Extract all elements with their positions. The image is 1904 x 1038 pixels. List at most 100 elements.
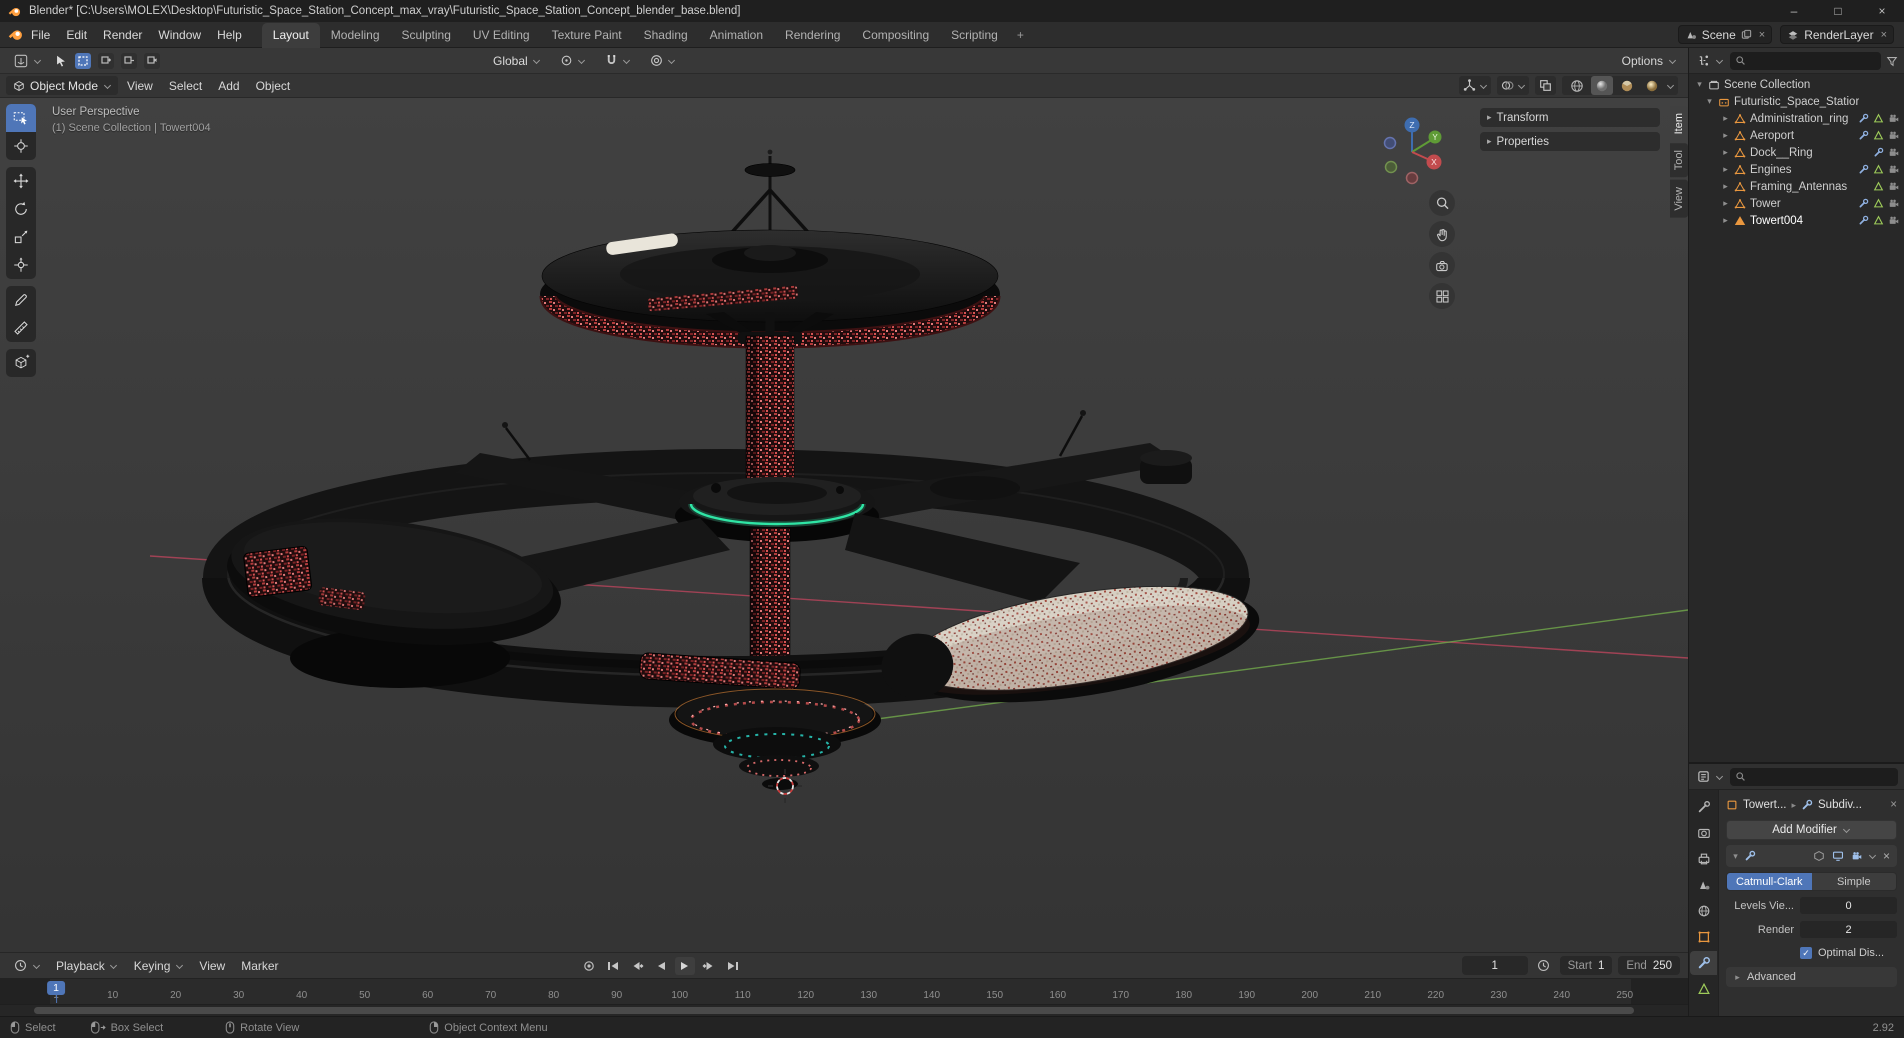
render-visibility-camera-icon[interactable] (1888, 181, 1900, 192)
delete-modifier-icon[interactable]: × (1881, 849, 1892, 863)
add-modifier-button[interactable]: Add Modifier (1726, 820, 1897, 840)
realtime-toggle-icon[interactable] (1831, 849, 1846, 864)
tool-annotate[interactable] (6, 286, 36, 314)
shading-wireframe-button[interactable] (1566, 76, 1588, 95)
active-tool-cursor-icon[interactable] (54, 54, 68, 68)
tab-compositing[interactable]: Compositing (851, 23, 940, 48)
camera-view-button[interactable] (1429, 252, 1455, 278)
blender-menu-icon[interactable] (8, 27, 23, 42)
auto-keying-button[interactable] (579, 957, 599, 975)
breadcrumb-modifier[interactable]: Subdiv... (1818, 799, 1862, 811)
select-mode-invert-button[interactable] (144, 52, 160, 69)
tool-measure[interactable] (6, 314, 36, 342)
outliner-row-object[interactable]: ▸ Aeroport (1689, 127, 1904, 144)
sidebar-tab-item[interactable]: Item (1670, 106, 1688, 142)
mesh-data-icon[interactable] (1873, 130, 1884, 141)
expand-caret-icon[interactable]: ▸ (1721, 164, 1730, 175)
sidebar-tab-tool[interactable]: Tool (1670, 143, 1688, 178)
add-workspace-button[interactable]: + (1009, 23, 1032, 48)
close-button[interactable]: × (1860, 0, 1904, 22)
pivot-point-dropdown[interactable] (554, 52, 592, 69)
tool-rotate[interactable] (6, 195, 36, 223)
tool-select-box[interactable] (6, 104, 36, 132)
outliner-row-object[interactable]: ▸ Dock__Ring (1689, 144, 1904, 161)
expand-caret-icon[interactable]: ▸ (1721, 147, 1730, 158)
scene-selector[interactable]: Scene × (1677, 25, 1773, 44)
maximize-button[interactable]: □ (1816, 0, 1860, 22)
tab-render-properties[interactable] (1690, 821, 1717, 845)
play-button[interactable] (674, 956, 695, 975)
menu-help[interactable]: Help (209, 23, 250, 47)
tab-uv-editing[interactable]: UV Editing (462, 23, 541, 48)
outliner-row-object[interactable]: ▸ Engines (1689, 161, 1904, 178)
transform-orientation-dropdown[interactable]: Global (487, 52, 547, 70)
tool-transform[interactable] (6, 251, 36, 279)
orthographic-toggle-button[interactable] (1429, 283, 1455, 309)
timeline-ruler[interactable]: 1 11020304050607080901001101201301401501… (0, 978, 1688, 1004)
modifier-wrench-icon[interactable] (1873, 147, 1884, 158)
mesh-data-icon[interactable] (1873, 113, 1884, 124)
properties-panel-header[interactable]: ▸ Properties (1480, 132, 1660, 151)
tab-scripting[interactable]: Scripting (940, 23, 1009, 48)
collapse-caret-icon[interactable]: ▾ (1731, 851, 1740, 862)
menu-playback[interactable]: Playback (50, 959, 124, 973)
select-mode-extend-button[interactable] (98, 52, 114, 69)
minimize-button[interactable]: – (1772, 0, 1816, 22)
render-visibility-camera-icon[interactable] (1888, 130, 1900, 141)
current-frame-field[interactable]: 1 (1461, 956, 1528, 975)
remove-view-layer-icon[interactable]: × (1879, 29, 1887, 41)
render-visibility-camera-icon[interactable] (1888, 215, 1900, 226)
preview-range-button[interactable] (1534, 957, 1554, 975)
render-visibility-camera-icon[interactable] (1888, 113, 1900, 124)
tab-texture-paint[interactable]: Texture Paint (541, 23, 633, 48)
jump-to-start-button[interactable] (603, 957, 623, 975)
new-scene-icon[interactable] (1741, 29, 1752, 40)
scrollbar-thumb[interactable] (34, 1007, 1634, 1014)
modifier-panel-header[interactable]: ▾ × (1726, 845, 1897, 867)
modifier-extras-caret[interactable] (1869, 852, 1877, 860)
modifier-wrench-icon[interactable] (1858, 130, 1869, 141)
properties-editor-type[interactable] (1695, 770, 1725, 783)
collapse-caret-icon[interactable]: ▾ (1695, 79, 1704, 90)
tab-modeling[interactable]: Modeling (320, 23, 391, 48)
outliner-row-object[interactable]: ▸ Framing_Antennas (1689, 178, 1904, 195)
editor-type-selector[interactable] (8, 52, 47, 70)
outliner-row-object[interactable]: ▸ Administration_ring (1689, 110, 1904, 127)
tool-add-cube[interactable] (6, 349, 36, 377)
play-reverse-button[interactable] (651, 957, 671, 975)
outliner-row-object[interactable]: ▸ Tower (1689, 195, 1904, 212)
menu-marker[interactable]: Marker (235, 959, 284, 973)
menu-render[interactable]: Render (95, 23, 150, 47)
expand-caret-icon[interactable]: ▸ (1721, 181, 1730, 192)
expand-caret-icon[interactable]: ▸ (1721, 113, 1730, 124)
sidebar-tab-view[interactable]: View (1670, 179, 1688, 218)
collapse-caret-icon[interactable]: ▾ (1705, 96, 1714, 107)
unlink-scene-icon[interactable]: × (1757, 29, 1765, 41)
tool-options-dropdown[interactable]: Options (1622, 54, 1680, 68)
properties-search-input[interactable] (1730, 767, 1898, 786)
menu-add[interactable]: Add (211, 79, 246, 93)
modifier-wrench-icon[interactable] (1858, 215, 1869, 226)
render-visibility-camera-icon[interactable] (1888, 147, 1900, 158)
tool-cursor[interactable] (6, 132, 36, 160)
breadcrumb-object[interactable]: Towert... (1743, 799, 1786, 811)
zoom-button[interactable] (1429, 190, 1455, 216)
simple-option[interactable]: Simple (1811, 873, 1896, 890)
start-frame-field[interactable]: Start 1 (1559, 956, 1613, 975)
menu-select[interactable]: Select (162, 79, 209, 93)
pan-button[interactable] (1429, 221, 1455, 247)
show-gizmo-dropdown[interactable] (1459, 76, 1491, 95)
tool-scale[interactable] (6, 223, 36, 251)
tab-rendering[interactable]: Rendering (774, 23, 851, 48)
tab-layout[interactable]: Layout (261, 22, 320, 48)
modifier-wrench-icon[interactable] (1858, 113, 1869, 124)
tab-output-properties[interactable] (1690, 847, 1717, 871)
jump-to-end-button[interactable] (723, 957, 743, 975)
menu-view[interactable]: View (120, 79, 160, 93)
shading-material-button[interactable] (1616, 76, 1638, 95)
show-overlays-dropdown[interactable] (1497, 76, 1529, 95)
outliner-row-scene-collection[interactable]: ▾ Scene Collection (1689, 76, 1904, 93)
mode-dropdown[interactable]: Object Mode (6, 76, 119, 95)
render-toggle-icon[interactable] (1850, 849, 1865, 864)
tab-sculpting[interactable]: Sculpting (391, 23, 462, 48)
